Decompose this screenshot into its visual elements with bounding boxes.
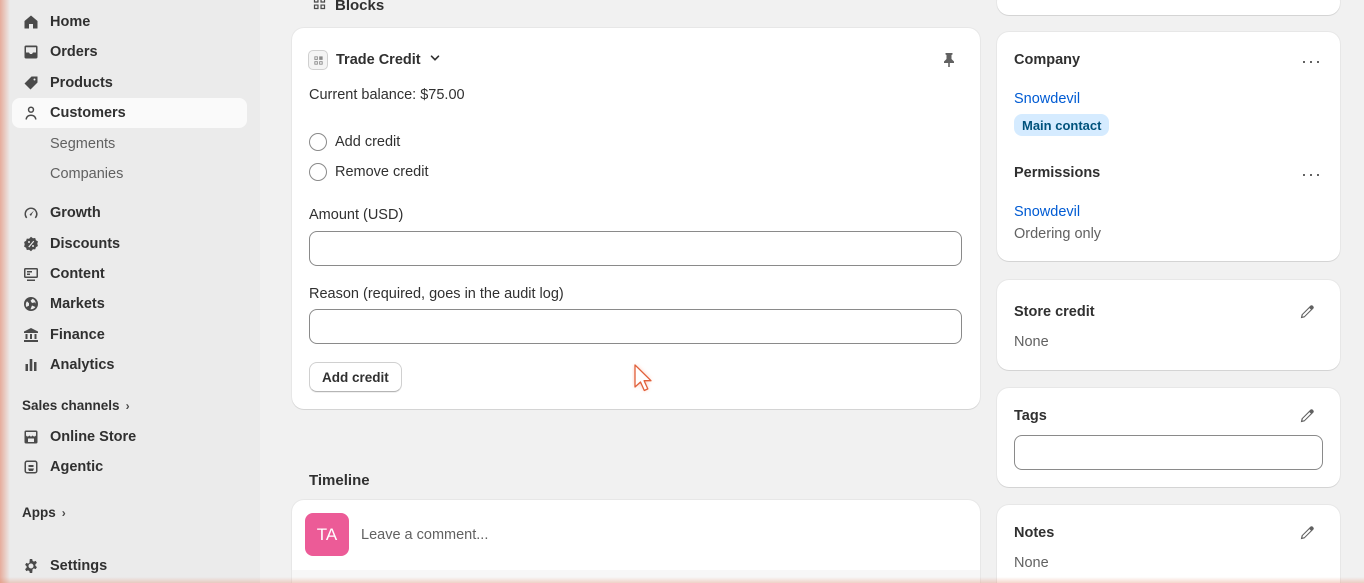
bank-icon bbox=[12, 327, 50, 343]
reason-label: Reason (required, goes in the audit log) bbox=[309, 286, 564, 302]
store-credit-value: None bbox=[1014, 334, 1049, 350]
app-icon bbox=[308, 50, 328, 70]
screen-edge-glow bbox=[0, 0, 10, 583]
reason-input[interactable] bbox=[309, 309, 962, 344]
more-actions-icon[interactable]: ··· bbox=[1301, 52, 1322, 70]
current-balance: Current balance: $75.00 bbox=[309, 87, 465, 103]
sidebar-item-label: Products bbox=[50, 75, 113, 91]
sidebar-item-orders[interactable]: Orders bbox=[12, 37, 247, 67]
sidebar-item-agentic[interactable]: Agentic bbox=[12, 452, 247, 482]
store-credit-card: Store credit None bbox=[997, 280, 1340, 370]
add-credit-radio[interactable]: Add credit bbox=[309, 133, 400, 151]
gauge-icon bbox=[12, 205, 50, 221]
sidebar-item-label: Online Store bbox=[50, 429, 137, 445]
sidebar-item-label: Content bbox=[50, 266, 105, 282]
sidebar-subitem-segments[interactable]: Segments bbox=[50, 136, 115, 152]
amount-label: Amount (USD) bbox=[309, 207, 404, 223]
sidebar-item-label: Analytics bbox=[50, 357, 115, 373]
sidebar-subitem-companies[interactable]: Companies bbox=[50, 166, 123, 182]
notes-title: Notes bbox=[1014, 525, 1055, 541]
company-card: Company ··· Snowdevil Main contact Permi… bbox=[997, 32, 1340, 261]
person-icon bbox=[12, 105, 50, 121]
globe-icon bbox=[12, 296, 50, 312]
more-actions-icon[interactable]: ··· bbox=[1301, 165, 1322, 183]
sidebar-item-label: Finance bbox=[50, 327, 105, 343]
sidebar-item-customers[interactable]: Customers bbox=[12, 98, 247, 128]
notes-value: None bbox=[1014, 555, 1049, 571]
avatar: TA bbox=[305, 513, 349, 556]
company-title: Company bbox=[1014, 52, 1081, 68]
store-credit-title: Store credit bbox=[1014, 304, 1095, 320]
radio-circle[interactable] bbox=[309, 133, 327, 151]
company-link[interactable]: Snowdevil bbox=[1014, 91, 1080, 107]
sidebar-item-label: Settings bbox=[50, 558, 108, 574]
permissions-level: Ordering only bbox=[1014, 226, 1102, 242]
chevron-right-icon: › bbox=[125, 398, 130, 413]
agent-icon bbox=[12, 459, 50, 475]
comment-input[interactable]: Leave a comment... bbox=[361, 527, 488, 543]
customer-summary-card bbox=[997, 0, 1340, 15]
trade-credit-title[interactable]: Trade Credit bbox=[308, 50, 441, 70]
discount-icon bbox=[12, 236, 50, 252]
radio-circle[interactable] bbox=[309, 163, 327, 181]
home-icon bbox=[12, 14, 50, 30]
blocks-heading: Blocks bbox=[312, 0, 384, 15]
timeline-heading-label: Timeline bbox=[309, 472, 370, 489]
tags-card: Tags bbox=[997, 388, 1340, 487]
amount-input[interactable] bbox=[309, 231, 962, 266]
remove-credit-radio[interactable]: Remove credit bbox=[309, 163, 428, 181]
timeline-comment-card: TA Leave a comment... bbox=[292, 500, 980, 583]
storefront-icon bbox=[12, 429, 50, 445]
main-contact-badge: Main contact bbox=[1014, 114, 1110, 136]
sidebar-item-label: Orders bbox=[50, 44, 98, 60]
sidebar-item-products[interactable]: Products bbox=[12, 68, 247, 98]
pencil-icon[interactable] bbox=[1299, 525, 1315, 544]
sidebar: Home Orders Products Customers Segments … bbox=[0, 0, 260, 583]
permissions-title: Permissions bbox=[1014, 165, 1101, 181]
radio-label: Add credit bbox=[335, 134, 401, 150]
trade-credit-block: Trade Credit Current balance: $75.00 Add… bbox=[292, 28, 980, 409]
sidebar-item-content[interactable]: Content bbox=[12, 259, 247, 289]
sidebar-item-label: Home bbox=[50, 14, 91, 30]
radio-label: Remove credit bbox=[335, 164, 429, 180]
content-icon bbox=[12, 266, 50, 282]
sidebar-item-label: Agentic bbox=[50, 459, 104, 475]
apps-label: Apps bbox=[22, 505, 56, 520]
screen-edge-glow-bottom bbox=[0, 577, 1364, 583]
mouse-cursor bbox=[632, 363, 656, 398]
sidebar-item-label: Customers bbox=[50, 105, 126, 121]
sales-channels-label: Sales channels bbox=[22, 398, 120, 413]
chevron-down-icon[interactable] bbox=[429, 52, 441, 68]
sidebar-item-analytics[interactable]: Analytics bbox=[12, 350, 247, 380]
blocks-icon bbox=[312, 0, 327, 15]
sidebar-item-growth[interactable]: Growth bbox=[12, 198, 247, 228]
pencil-icon[interactable] bbox=[1299, 304, 1315, 323]
apps-header[interactable]: Apps › bbox=[22, 505, 66, 520]
sales-channels-header[interactable]: Sales channels › bbox=[22, 398, 130, 413]
add-credit-button[interactable]: Add credit bbox=[309, 362, 402, 392]
sidebar-item-finance[interactable]: Finance bbox=[12, 320, 247, 350]
trade-credit-title-label: Trade Credit bbox=[336, 52, 421, 68]
gear-icon bbox=[12, 558, 50, 574]
sidebar-item-label: Markets bbox=[50, 296, 105, 312]
blocks-heading-label: Blocks bbox=[335, 0, 385, 14]
sidebar-item-discounts[interactable]: Discounts bbox=[12, 229, 247, 259]
tags-input[interactable] bbox=[1014, 435, 1323, 470]
sidebar-item-label: Growth bbox=[50, 205, 101, 221]
sidebar-item-home[interactable]: Home bbox=[12, 7, 247, 37]
chevron-right-icon: › bbox=[61, 505, 66, 520]
sidebar-item-markets[interactable]: Markets bbox=[12, 289, 247, 319]
tag-icon bbox=[12, 75, 50, 91]
timeline-heading: Timeline bbox=[309, 472, 370, 489]
pin-icon[interactable] bbox=[942, 52, 956, 71]
notes-card: Notes None bbox=[997, 505, 1340, 583]
inbox-icon bbox=[12, 44, 50, 60]
permissions-company-link[interactable]: Snowdevil bbox=[1014, 204, 1080, 220]
sidebar-item-online-store[interactable]: Online Store bbox=[12, 422, 247, 452]
tags-title: Tags bbox=[1014, 408, 1047, 424]
bar-chart-icon bbox=[12, 357, 50, 373]
pencil-icon[interactable] bbox=[1299, 408, 1315, 427]
sidebar-item-label: Discounts bbox=[50, 236, 121, 252]
